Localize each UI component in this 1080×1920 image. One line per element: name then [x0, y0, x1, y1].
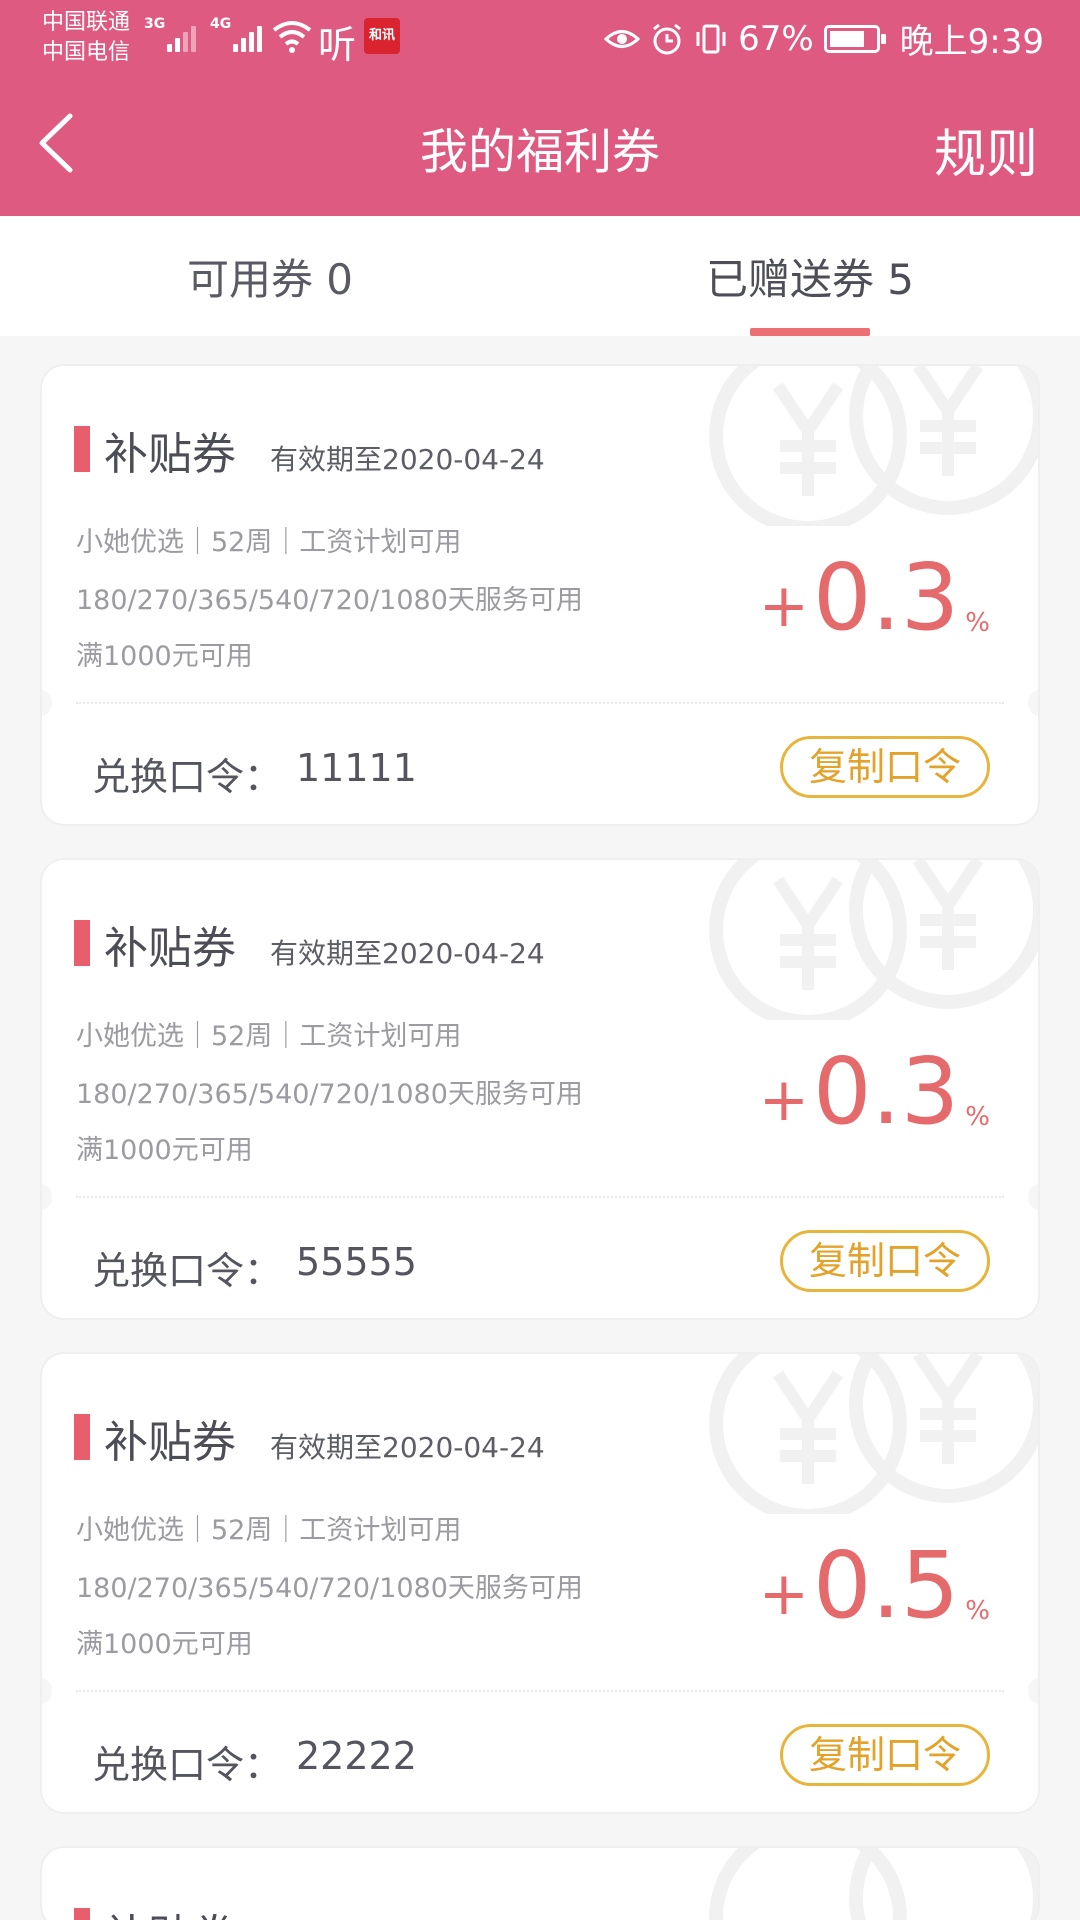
alarm-icon: [653, 23, 681, 54]
status-right: 67% 晚上9:39: [604, 14, 1044, 63]
title-accent-bar: [74, 426, 90, 472]
rate-value: 0.3: [812, 1038, 960, 1145]
signal-4g-icon: 4G: [210, 16, 265, 52]
coupon-rate: + 0.3 %: [759, 552, 990, 644]
copy-code-button[interactable]: 复制口令: [780, 1230, 990, 1292]
rules-link[interactable]: 规则: [934, 112, 1038, 187]
card-notch: [1028, 690, 1038, 716]
coupon-title: 补贴券: [104, 429, 236, 480]
network-4g-label: 4G: [210, 16, 232, 32]
clock: 晚上9:39: [899, 22, 1044, 62]
card-notch: [1028, 1184, 1038, 1210]
yuan-coins-watermark-icon: [709, 366, 1038, 526]
yuan-coins-watermark-icon: [709, 1354, 1038, 1514]
coupon-expiry: 有效期至2020-04-24: [270, 443, 545, 476]
coupon-condition-products: 小她优选｜52周｜工资计划可用: [76, 1515, 462, 1546]
card-notch: [42, 690, 52, 716]
tab-available[interactable]: 可用券 0: [0, 246, 540, 307]
signal-3g-icon: 3G: [144, 16, 199, 52]
redeem-code-label: 兑换口令：: [92, 755, 283, 799]
coupon-condition-terms: 180/270/365/540/720/1080天服务可用: [76, 1079, 583, 1110]
active-tab-indicator: [750, 328, 870, 336]
card-notch: [1028, 1678, 1038, 1704]
coupon-title: 补贴券: [104, 923, 236, 974]
redeem-code-value: 55555: [296, 1240, 417, 1284]
redeem-code-label: 兑换口令：: [92, 1743, 283, 1787]
rate-percent-sign: %: [965, 608, 990, 638]
card-divider: [76, 1690, 1004, 1692]
coupon-rate: + 0.5 %: [759, 1540, 990, 1632]
title-accent-bar: [74, 920, 90, 966]
page-title: 我的福利券: [419, 124, 660, 180]
redeem-code-value: 11111: [296, 746, 417, 790]
copy-code-button[interactable]: 复制口令: [780, 736, 990, 798]
status-bar: 中国联通 中国电信 3G 4G 听 和讯 67% 晚上9:39: [0, 0, 1080, 80]
coupon-title: 补贴券: [104, 1417, 236, 1468]
rate-value: 0.5: [812, 1532, 960, 1639]
rate-percent-sign: %: [965, 1596, 990, 1626]
coupon-condition-terms: 180/270/365/540/720/1080天服务可用: [76, 585, 583, 616]
coupon-condition-minimum: 满1000元可用: [76, 1135, 253, 1166]
coupon-condition-products: 小她优选｜52周｜工资计划可用: [76, 1021, 462, 1052]
vibrate-icon: [696, 24, 726, 53]
coupon-card: 补贴券 有效期至2020-04-24 小她优选｜52周｜工资计划可用 180/2…: [42, 860, 1038, 1318]
coupon-rate: + 0.3 %: [759, 1046, 990, 1138]
redeem-code-value: 22222: [296, 1734, 417, 1778]
rate-plus-sign: +: [758, 1065, 809, 1135]
coupon-condition-minimum: 满1000元可用: [76, 1629, 253, 1660]
carrier-2: 中国电信: [42, 40, 131, 65]
rate-value: 0.3: [812, 544, 960, 651]
copy-code-button[interactable]: 复制口令: [780, 1724, 990, 1786]
title-accent-bar: [74, 1414, 90, 1460]
yuan-coins-watermark-icon: [709, 1848, 1038, 1920]
title-accent-bar: [74, 1908, 90, 1920]
coupon-condition-minimum: 满1000元可用: [76, 641, 253, 672]
coupon-card: 补贴券 有效期至2020-04-24 小她优选｜52周｜工资计划可用 180/2…: [42, 366, 1038, 824]
listen-app-icon: 听: [318, 23, 357, 67]
carrier-1: 中国联通: [42, 10, 131, 35]
rate-plus-sign: +: [758, 571, 809, 641]
coupon-tabs: 可用券 0 已赠送券 5: [0, 216, 1080, 336]
coupon-card: 补贴券: [42, 1848, 1038, 1920]
redeem-code-label: 兑换口令：: [92, 1249, 283, 1293]
coupon-card: 补贴券 有效期至2020-04-24 小她优选｜52周｜工资计划可用 180/2…: [42, 1354, 1038, 1812]
tab-gifted[interactable]: 已赠送券 5: [540, 246, 1080, 307]
coupon-expiry: 有效期至2020-04-24: [270, 937, 545, 970]
card-notch: [42, 1678, 52, 1704]
eye-comfort-icon: [604, 29, 641, 48]
coupon-condition-terms: 180/270/365/540/720/1080天服务可用: [76, 1573, 583, 1604]
card-divider: [76, 702, 1004, 704]
coupon-title: 补贴券: [104, 1900, 236, 1920]
rate-percent-sign: %: [965, 1102, 990, 1132]
app-header: 中国联通 中国电信 3G 4G 听 和讯 67% 晚上9:39 我的福利券 规则: [0, 0, 1080, 216]
hexun-app-icon: 和讯: [364, 18, 400, 54]
battery-percent: 67%: [738, 18, 814, 59]
card-divider: [76, 1196, 1004, 1198]
rate-plus-sign: +: [758, 1559, 809, 1629]
coupon-expiry: 有效期至2020-04-24: [270, 1431, 545, 1464]
card-notch: [42, 1184, 52, 1210]
carrier-info: 中国联通 中国电信: [42, 8, 130, 68]
yuan-coins-watermark-icon: [709, 860, 1038, 1020]
coupon-condition-products: 小她优选｜52周｜工资计划可用: [76, 527, 462, 558]
wifi-icon: [272, 21, 312, 53]
battery-icon: [823, 24, 886, 53]
network-3g-label: 3G: [144, 16, 166, 32]
